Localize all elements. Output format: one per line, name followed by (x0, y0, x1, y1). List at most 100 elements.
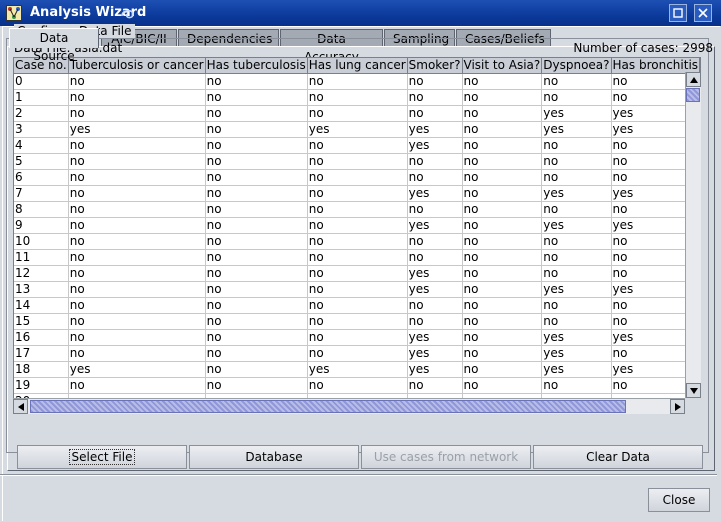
table-cell[interactable]: no (307, 153, 408, 170)
table-row[interactable]: 13nononoyesnoyesyesno (14, 281, 700, 298)
table-row[interactable]: 3yesnoyesyesnoyesyesyes (14, 121, 700, 138)
table-cell[interactable]: no (68, 281, 206, 298)
table-cell[interactable]: no (307, 233, 408, 250)
table-row[interactable]: 16nononoyesnoyesyesno (14, 329, 700, 346)
table-cell[interactable]: no (68, 105, 206, 122)
scroll-right-button[interactable] (670, 399, 685, 414)
table-cell[interactable]: no (462, 297, 543, 314)
table-cell[interactable]: no (462, 281, 543, 298)
table-cell[interactable]: no (541, 73, 612, 90)
vertical-scroll-thumb[interactable] (686, 88, 700, 102)
table-cell[interactable]: no (462, 313, 543, 330)
table-cell[interactable]: no (541, 153, 612, 170)
scroll-up-button[interactable] (686, 72, 701, 87)
column-header[interactable]: Tuberculosis or cancer (68, 58, 206, 74)
table-row[interactable]: 6nononononononono (14, 169, 700, 186)
table-cell[interactable]: no (68, 217, 206, 234)
table-cell[interactable]: yes (307, 361, 408, 378)
table-cell[interactable]: no (68, 201, 206, 218)
table-cell[interactable]: yes (407, 265, 463, 282)
table-cell[interactable]: yes (541, 345, 612, 362)
table-cell[interactable]: no (68, 185, 206, 202)
table-cell[interactable]: 2 (14, 105, 69, 122)
table-cell[interactable]: no (462, 361, 543, 378)
table-row[interactable]: 7nononoyesnoyesyesno (14, 185, 700, 202)
table-cell[interactable]: no (462, 105, 543, 122)
table-row[interactable]: 14nononononononono (14, 297, 700, 314)
table-row[interactable]: 5nononononononono (14, 153, 700, 170)
table-row[interactable]: 0nononononononono (14, 73, 700, 90)
table-row[interactable]: 15nononononononono (14, 313, 700, 330)
table-cell[interactable]: yes (541, 121, 612, 138)
table-cell[interactable]: no (462, 233, 543, 250)
table-cell[interactable]: 0 (14, 73, 69, 90)
table-cell[interactable]: yes (68, 121, 206, 138)
maximize-button[interactable] (669, 4, 687, 22)
horizontal-scroll-thumb[interactable] (30, 400, 626, 413)
table-cell[interactable]: no (462, 121, 543, 138)
table-cell[interactable]: no (205, 121, 308, 138)
table-cell[interactable]: no (541, 233, 612, 250)
table-cell[interactable]: no (541, 137, 612, 154)
table-cell[interactable]: no (462, 217, 543, 234)
table-cell[interactable]: no (462, 73, 543, 90)
table-cell[interactable]: no (68, 313, 206, 330)
table-cell[interactable]: 7 (14, 185, 69, 202)
table-cell[interactable]: no (407, 249, 463, 266)
table-cell[interactable]: 13 (14, 281, 69, 298)
table-cell[interactable]: no (68, 297, 206, 314)
table-cell[interactable]: yes (407, 361, 463, 378)
table-cell[interactable]: 19 (14, 377, 69, 394)
table-cell[interactable]: no (205, 217, 308, 234)
table-cell[interactable]: no (541, 297, 612, 314)
table-cell[interactable]: no (462, 185, 543, 202)
table-cell[interactable]: no (205, 329, 308, 346)
table-cell[interactable]: no (205, 313, 308, 330)
table-cell[interactable]: no (462, 249, 543, 266)
table-cell[interactable]: no (462, 137, 543, 154)
table-cell[interactable]: no (541, 313, 612, 330)
table-cell[interactable]: no (462, 169, 543, 186)
table-cell[interactable]: yes (407, 281, 463, 298)
use-cases-from-network-button[interactable]: Use cases from network (361, 445, 531, 469)
table-cell[interactable]: no (407, 233, 463, 250)
scroll-left-button[interactable] (13, 399, 28, 414)
table-cell[interactable]: no (407, 169, 463, 186)
table-cell[interactable]: 16 (14, 329, 69, 346)
table-cell[interactable]: no (205, 105, 308, 122)
table-cell[interactable]: no (307, 217, 408, 234)
table-cell[interactable]: no (307, 201, 408, 218)
table-cell[interactable]: yes (68, 361, 206, 378)
table-cell[interactable]: yes (407, 121, 463, 138)
table-cell[interactable]: no (462, 329, 543, 346)
table-row[interactable]: 18yesnoyesyesnoyesyesyes (14, 361, 700, 378)
table-cell[interactable]: no (68, 329, 206, 346)
table-cell[interactable]: no (307, 345, 408, 362)
table-cell[interactable]: no (205, 137, 308, 154)
table-cell[interactable]: 5 (14, 153, 69, 170)
table-cell[interactable]: no (205, 361, 308, 378)
table-cell[interactable]: no (541, 169, 612, 186)
table-cell[interactable]: yes (541, 329, 612, 346)
table-cell[interactable]: 18 (14, 361, 69, 378)
table-row[interactable]: 1nononononononono (14, 89, 700, 106)
table-row[interactable]: 19nononononononono (14, 377, 700, 394)
table-cell[interactable]: no (205, 89, 308, 106)
table-row[interactable]: 4nononoyesnononono (14, 137, 700, 154)
table-row[interactable]: 9nononoyesnoyesyesno (14, 217, 700, 234)
table-cell[interactable]: no (307, 169, 408, 186)
table-cell[interactable]: 8 (14, 201, 69, 218)
table-cell[interactable]: yes (541, 361, 612, 378)
table-cell[interactable]: 11 (14, 249, 69, 266)
table-cell[interactable]: 4 (14, 137, 69, 154)
table-cell[interactable]: no (462, 265, 543, 282)
table-row[interactable]: 12nononoyesnononono (14, 265, 700, 282)
table-cell[interactable]: no (68, 233, 206, 250)
table-cell[interactable]: no (407, 377, 463, 394)
table-cell[interactable]: no (68, 137, 206, 154)
table-cell[interactable]: no (541, 201, 612, 218)
table-cell[interactable]: no (205, 265, 308, 282)
table-cell[interactable]: yes (307, 121, 408, 138)
table-cell[interactable]: no (307, 89, 408, 106)
table-cell[interactable]: no (205, 297, 308, 314)
